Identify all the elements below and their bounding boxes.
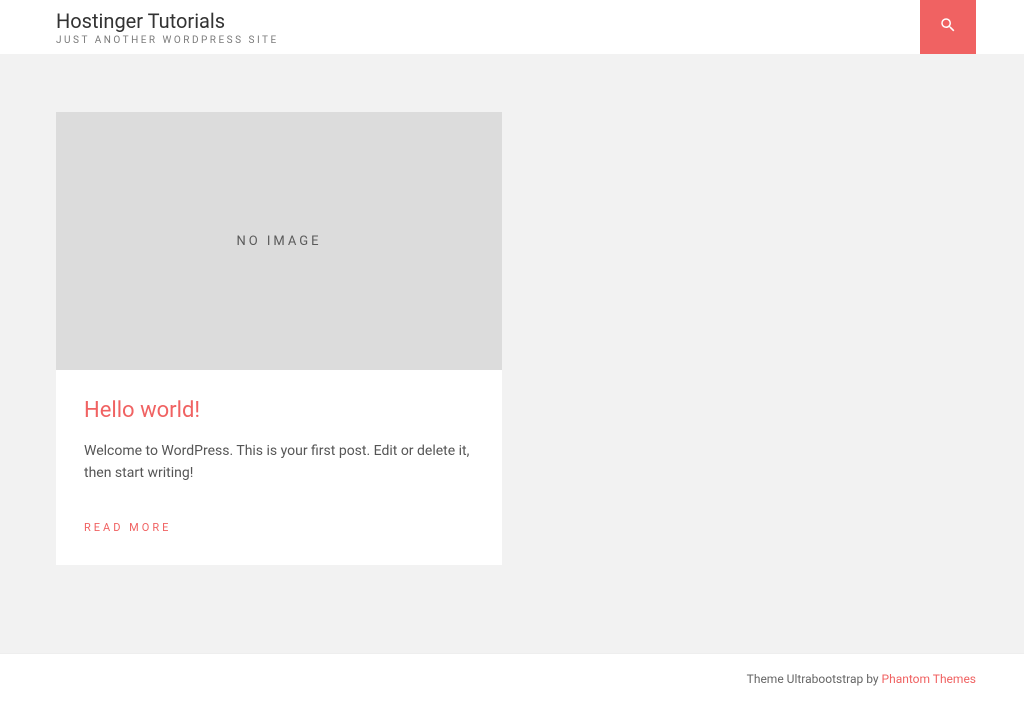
search-button[interactable]	[920, 0, 976, 54]
post-content: Hello world! Welcome to WordPress. This …	[56, 370, 502, 565]
footer-credit-text: Theme Ultrabootstrap by	[747, 672, 882, 686]
header-branding: Hostinger Tutorials JUST ANOTHER WORDPRE…	[0, 0, 279, 54]
search-icon	[939, 16, 957, 38]
post-excerpt: Welcome to WordPress. This is your first…	[84, 441, 474, 484]
site-footer: Theme Ultrabootstrap by Phantom Themes	[0, 653, 1024, 704]
no-image-label: NO IMAGE	[236, 234, 321, 249]
post-card: NO IMAGE Hello world! Welcome to WordPre…	[56, 112, 502, 565]
post-featured-image-placeholder[interactable]: NO IMAGE	[56, 112, 502, 370]
main-content: NO IMAGE Hello world! Welcome to WordPre…	[0, 54, 1024, 605]
read-more-link[interactable]: READ MORE	[84, 521, 171, 534]
site-title[interactable]: Hostinger Tutorials	[56, 9, 279, 33]
footer-theme-link[interactable]: Phantom Themes	[882, 672, 976, 686]
site-header: Hostinger Tutorials JUST ANOTHER WORDPRE…	[0, 0, 1024, 54]
site-tagline: JUST ANOTHER WORDPRESS SITE	[56, 35, 279, 46]
post-title-link[interactable]: Hello world!	[84, 398, 474, 423]
